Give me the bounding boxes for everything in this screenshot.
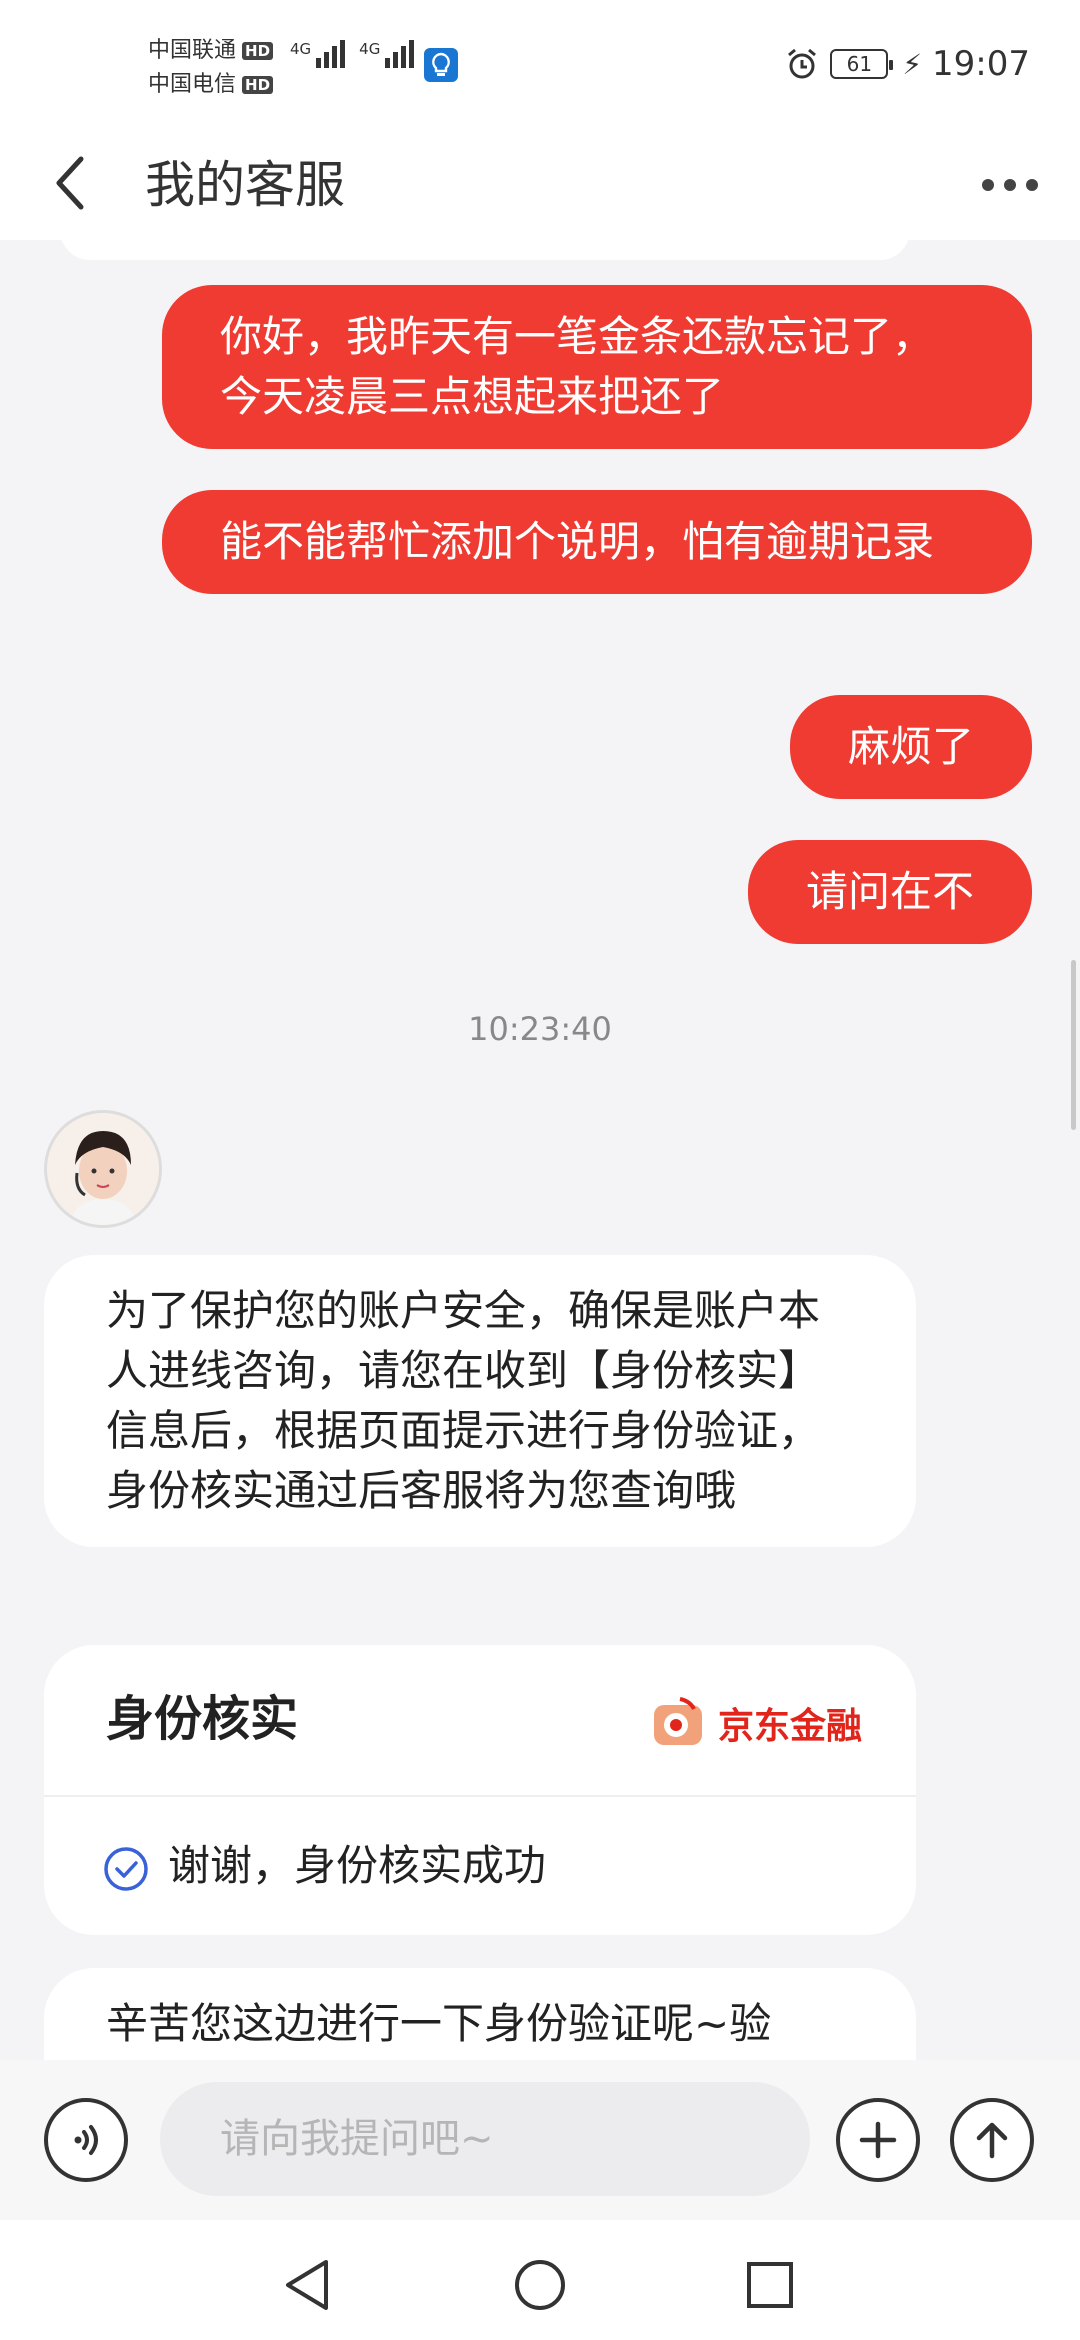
input-bar [0, 2060, 1080, 2220]
carrier-1-label: 中国联通 [148, 38, 237, 63]
hd-badge: HD [242, 76, 274, 94]
jd-logo-icon [653, 1697, 702, 1745]
brand-name: 京东金融 [717, 1706, 862, 1747]
plus-icon [859, 2121, 897, 2159]
system-navigation-bar [0, 2220, 1080, 2340]
nav-home-icon [515, 2260, 565, 2310]
chat-area[interactable]: 你好，我昨天有一笔金条还款忘记了，今天凌晨三点想起来把还了 能不能帮忙添加个说明… [0, 240, 1080, 2060]
bulb-icon [424, 48, 458, 82]
send-button[interactable] [950, 2098, 1034, 2182]
scrollbar[interactable] [1071, 960, 1076, 1130]
nav-back-icon [286, 2260, 328, 2310]
outgoing-message[interactable]: 能不能帮忙添加个说明，怕有逾期记录 [162, 490, 1032, 594]
incoming-message[interactable]: 辛苦您这边进行一下身份验证呢~验 [44, 1968, 916, 2060]
voice-button[interactable] [44, 2098, 128, 2182]
more-icon [982, 179, 994, 191]
message-input[interactable] [160, 2082, 810, 2196]
battery-level: 61 [846, 52, 873, 76]
message-timestamp: 10:23:40 [468, 1010, 612, 1048]
outgoing-message[interactable]: 你好，我昨天有一笔金条还款忘记了，今天凌晨三点想起来把还了 [162, 285, 1032, 449]
send-icon [976, 2122, 1008, 2159]
network-type-label: 4G [290, 40, 312, 58]
jd-finance-brand: 京东金融 [650, 1695, 862, 1751]
verification-card-title: 身份核实 [106, 1691, 299, 1747]
nav-back-button[interactable] [272, 2250, 342, 2320]
divider [44, 1795, 916, 1797]
more-button[interactable] [970, 150, 1050, 220]
identity-verification-card[interactable]: 身份核实 京东金融 谢谢，身份核实成功 [44, 1645, 916, 1935]
status-right: 61 ⚡ 19:07 [784, 44, 1030, 84]
agent-photo [47, 1113, 159, 1225]
previous-message-card [60, 240, 910, 260]
back-icon [56, 156, 84, 210]
network-type-label: 4G [359, 40, 381, 58]
check-icon [104, 1847, 148, 1891]
hd-badge: HD [242, 42, 274, 60]
status-bar: 中国联通 HD 中国电信 HD 4G 4G 61 ⚡ 19:07 [0, 0, 1080, 130]
alarm-icon [788, 48, 817, 79]
app-header: 我的客服 [0, 130, 1080, 240]
signal-strength-icon: 4G [290, 40, 346, 68]
signal-indicators: 4G 4G [290, 40, 415, 68]
nav-recent-button[interactable] [735, 2250, 805, 2320]
carrier-2-label: 中国电信 [148, 72, 237, 97]
battery-indicator: 61 [830, 49, 894, 79]
back-button[interactable] [36, 148, 106, 218]
incoming-message[interactable]: 为了保护您的账户安全，确保是账户本人进线咨询，请您在收到【身份核实】信息后，根据… [44, 1255, 916, 1547]
nav-recent-icon [747, 2262, 793, 2308]
plus-button[interactable] [836, 2098, 920, 2182]
voice-icon [74, 2125, 98, 2155]
signal-strength-icon: 4G [359, 40, 415, 68]
outgoing-message[interactable]: 请问在不 [747, 840, 1032, 944]
verification-status: 谢谢，身份核实成功 [168, 1841, 547, 1890]
nav-home-button[interactable] [505, 2250, 575, 2320]
carrier-info: 中国联通 HD 中国电信 HD [148, 34, 274, 102]
clock: 19:07 [932, 44, 1030, 84]
charging-icon: ⚡ [902, 47, 923, 81]
agent-avatar[interactable] [44, 1110, 162, 1228]
page-title: 我的客服 [145, 156, 345, 214]
outgoing-message[interactable]: 麻烦了 [789, 695, 1032, 799]
